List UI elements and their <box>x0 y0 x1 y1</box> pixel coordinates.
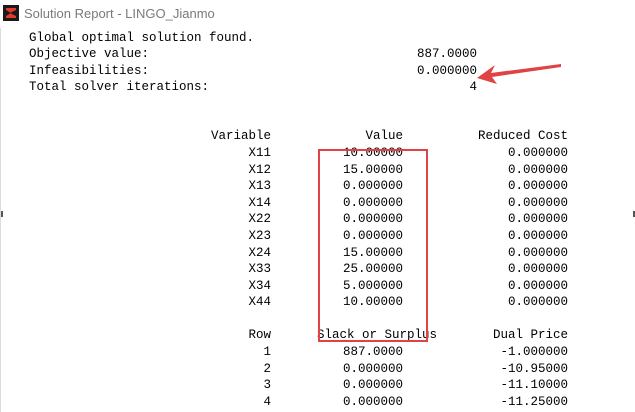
reduced-cost: 0.000000 <box>507 146 568 160</box>
infeasibilities-label: Infeasibilities: <box>29 64 150 78</box>
objective-label: Objective value: <box>29 47 150 61</box>
window-title: Solution Report - LINGO_Jianmo <box>24 6 215 21</box>
reduced-cost: 0.000000 <box>507 195 568 210</box>
variable-name: X24 <box>248 245 271 260</box>
objective-value: 887.0000 <box>416 47 477 61</box>
edge-marker-left <box>1 211 3 217</box>
reduced-cost: 0.000000 <box>507 179 568 194</box>
dual-price-value: -11.25000 <box>500 394 568 409</box>
iterations-label: Total solver iterations: <box>29 80 210 94</box>
red-arrow-annotation <box>477 64 561 84</box>
variable-name: X34 <box>248 278 271 293</box>
slack-value: 0.000000 <box>342 394 403 409</box>
title-bar: Solution Report - LINGO_Jianmo <box>0 0 635 29</box>
row-number: 2 <box>263 361 271 376</box>
solution-status: Global optimal solution found. <box>29 31 255 45</box>
variable-column-header: Variable <box>210 129 271 143</box>
value-column-header: Value <box>365 129 403 143</box>
reduced-cost: 0.000000 <box>507 162 568 177</box>
variable-name: X22 <box>248 212 271 227</box>
reduced-cost: 0.000000 <box>507 229 568 243</box>
reduced-cost: 0.000000 <box>507 295 568 310</box>
iterations-value: 4 <box>469 80 477 94</box>
reduced-cost: 0.000000 <box>507 212 568 227</box>
value-column-highlight <box>318 149 428 342</box>
variable-name: X14 <box>248 195 271 210</box>
dual-price-value: -1.000000 <box>500 345 568 359</box>
row-number: 3 <box>263 378 271 393</box>
dual-price-value: -10.95000 <box>500 361 568 376</box>
variable-name: X33 <box>248 262 271 277</box>
row-column-header: Row <box>248 328 271 342</box>
slack-value: 887.0000 <box>342 345 403 359</box>
slack-value: 0.000000 <box>342 378 403 393</box>
reduced-cost: 0.000000 <box>507 262 568 277</box>
infeasibilities-value: 0.000000 <box>416 64 477 78</box>
reduced-cost: 0.000000 <box>507 278 568 293</box>
lingo-app-icon <box>3 5 19 21</box>
variable-name: X11 <box>248 146 271 160</box>
slack-value: 0.000000 <box>342 361 403 376</box>
reduced-cost: 0.000000 <box>507 245 568 260</box>
variable-name: X13 <box>248 179 271 194</box>
dual-price-value: -11.10000 <box>500 378 568 393</box>
row-number: 4 <box>263 394 271 409</box>
variable-name: X44 <box>248 295 271 310</box>
dual-price-column-header: Dual Price <box>492 328 568 342</box>
variable-name: X12 <box>248 162 271 177</box>
solution-report-pane[interactable]: Global optimal solution found. Objective… <box>0 28 635 412</box>
variable-name: X23 <box>248 229 271 243</box>
reduced-cost-column-header: Reduced Cost <box>477 129 568 143</box>
row-number: 1 <box>263 345 271 359</box>
